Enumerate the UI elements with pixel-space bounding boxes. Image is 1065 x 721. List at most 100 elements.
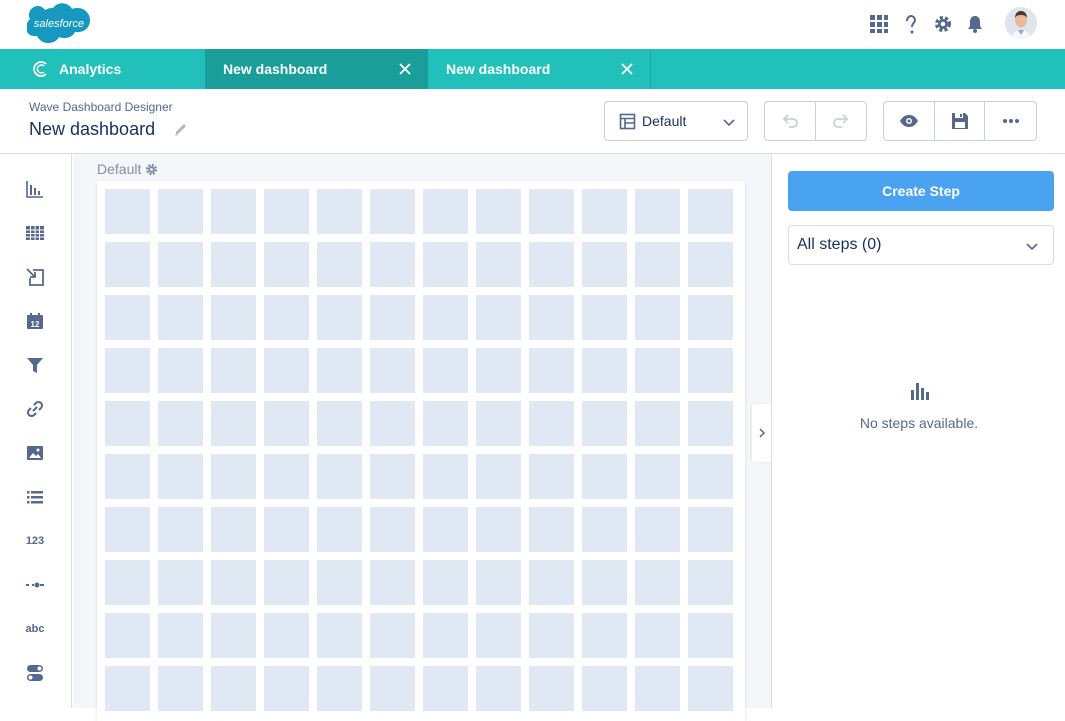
chevron-right-icon (759, 428, 766, 438)
toggle-widget-icon[interactable] (24, 662, 46, 684)
grid-cell (105, 454, 150, 499)
close-icon[interactable] (398, 62, 412, 76)
grid-cell (529, 560, 574, 605)
app-name-label: Analytics (59, 61, 122, 77)
collapse-panel-button[interactable] (752, 404, 772, 462)
actions-group (883, 101, 1037, 141)
page-header: Wave Dashboard Designer New dashboard De… (0, 89, 1065, 154)
link-widget-icon[interactable] (24, 398, 46, 420)
user-avatar[interactable] (1005, 7, 1037, 39)
layout-grid[interactable] (97, 181, 745, 721)
tab-label: New dashboard (446, 61, 551, 77)
grid-cell (370, 560, 415, 605)
filter-widget-icon[interactable] (24, 354, 46, 376)
grid-cell (423, 613, 468, 658)
image-widget-icon[interactable] (24, 442, 46, 464)
grid-cell (317, 242, 362, 287)
more-actions-button[interactable] (985, 102, 1036, 140)
grid-cell (635, 613, 680, 658)
grid-cell (476, 401, 521, 446)
grid-cell (423, 560, 468, 605)
grid-cell (211, 560, 256, 605)
range-widget-icon[interactable] (24, 574, 46, 596)
logo-text: salesforce (34, 18, 84, 30)
grid-cell (211, 401, 256, 446)
grid-cell (317, 454, 362, 499)
grid-cell (529, 613, 574, 658)
grid-cell (529, 666, 574, 711)
page-title: New dashboard (29, 119, 156, 139)
compare-table-widget-icon[interactable] (24, 266, 46, 288)
steps-chart-icon (911, 383, 929, 400)
grid-cell (158, 348, 203, 393)
setup-gear-icon[interactable] (933, 14, 953, 34)
chart-widget-icon[interactable] (24, 178, 46, 200)
save-button[interactable] (935, 102, 986, 140)
tab-divider (650, 49, 651, 89)
number-widget-icon[interactable]: 123 (24, 530, 46, 552)
grid-cell (158, 666, 203, 711)
tab-label: New dashboard (223, 61, 328, 77)
chevron-down-icon (1026, 243, 1038, 251)
layout-icon (619, 113, 636, 129)
grid-cell (423, 401, 468, 446)
grid-cell (529, 454, 574, 499)
grid-cell (529, 242, 574, 287)
grid-cell (211, 507, 256, 552)
grid-cell (476, 348, 521, 393)
save-icon (951, 113, 968, 129)
grid-cell (635, 666, 680, 711)
grid-cell (211, 613, 256, 658)
grid-cell (317, 560, 362, 605)
grid-cell (688, 613, 733, 658)
gear-icon[interactable] (145, 163, 158, 176)
grid-cell (476, 454, 521, 499)
grid-cell (688, 189, 733, 234)
app-name[interactable]: Analytics (0, 49, 205, 89)
canvas-layout-label[interactable]: Default (97, 161, 158, 177)
edit-pencil-icon[interactable] (173, 121, 189, 137)
grid-cell (264, 348, 309, 393)
create-step-button[interactable]: Create Step (788, 171, 1054, 211)
list-widget-icon[interactable] (24, 486, 46, 508)
widget-toolbar: 12 123 abc (0, 154, 72, 708)
grid-cell (688, 242, 733, 287)
grid-cell (158, 454, 203, 499)
grid-cell (582, 401, 627, 446)
close-icon[interactable] (620, 62, 634, 76)
redo-icon (832, 114, 849, 128)
grid-cell (370, 295, 415, 340)
grid-cell (264, 242, 309, 287)
text-widget-icon[interactable]: abc (24, 618, 46, 640)
undo-icon (782, 114, 798, 128)
chevron-down-icon (723, 119, 735, 127)
app-launcher-icon[interactable] (869, 14, 889, 34)
grid-cell (370, 401, 415, 446)
grid-cell (317, 295, 362, 340)
grid-cell (529, 507, 574, 552)
date-widget-icon[interactable]: 12 (24, 310, 46, 332)
layout-select[interactable]: Default (604, 101, 748, 141)
page-subtitle: Wave Dashboard Designer (29, 100, 173, 114)
tab-new-dashboard-2[interactable]: New dashboard (428, 49, 650, 89)
grid-cell (211, 348, 256, 393)
tab-new-dashboard-1[interactable]: New dashboard (205, 49, 428, 89)
table-widget-icon[interactable] (24, 222, 46, 244)
grid-cell (423, 507, 468, 552)
grid-cell (635, 295, 680, 340)
preview-button[interactable] (884, 102, 935, 140)
steps-filter-select[interactable]: All steps (0) (788, 225, 1054, 265)
grid-cell (582, 454, 627, 499)
undo-button[interactable] (765, 102, 816, 140)
grid-cell (582, 242, 627, 287)
redo-button[interactable] (816, 102, 867, 140)
grid-cell (211, 666, 256, 711)
grid-cell (370, 613, 415, 658)
grid-cell (582, 348, 627, 393)
grid-cell (317, 613, 362, 658)
notifications-bell-icon[interactable] (965, 14, 985, 34)
grid-cell (635, 507, 680, 552)
salesforce-logo[interactable]: salesforce (26, 2, 91, 46)
help-icon[interactable] (901, 14, 921, 34)
grid-cell (582, 666, 627, 711)
